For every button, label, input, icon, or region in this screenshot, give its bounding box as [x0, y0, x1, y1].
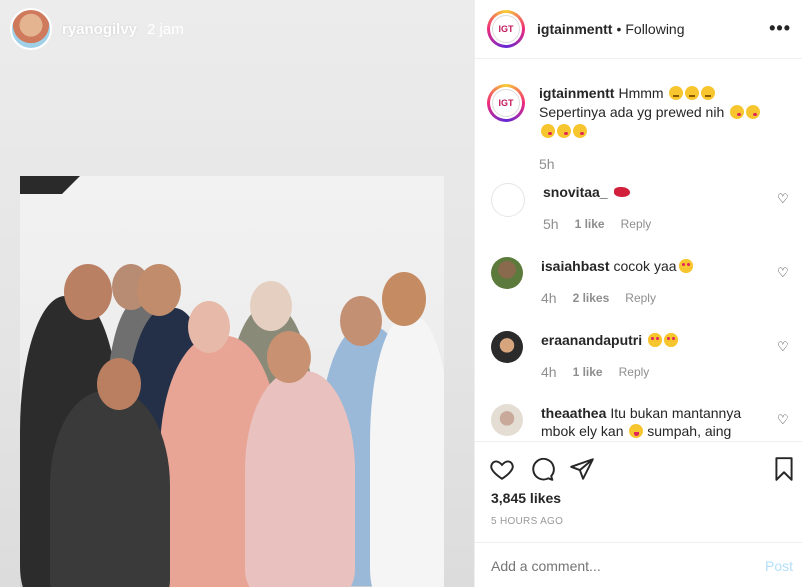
story-time: 2 jam: [147, 20, 184, 38]
thinking-emoji-icon: [701, 86, 716, 100]
post-media[interactable]: ryanogilvy 2 jam: [0, 0, 474, 587]
comment-like-heart-icon[interactable]: ♡: [777, 339, 791, 354]
header-avatar[interactable]: IGT: [487, 10, 525, 48]
comment-row: isaiahbast cocok yaa 4h 2 likes Reply ♡: [491, 257, 791, 307]
share-paper-plane-icon[interactable]: [569, 456, 595, 482]
comment-username[interactable]: theaathea: [541, 405, 606, 421]
photo-corner: [20, 176, 80, 194]
brand-logo: IGT: [492, 15, 520, 43]
commenter-avatar[interactable]: [491, 257, 523, 289]
post-actions: 3,845 likes 5 HOURS AGO: [475, 441, 802, 534]
reply-button[interactable]: Reply: [625, 289, 656, 307]
kiss-emoji-icon: [730, 105, 745, 119]
following-button[interactable]: Following: [625, 21, 684, 37]
comment-username[interactable]: isaiahbast: [541, 258, 609, 274]
heart-eyes-emoji-icon: [648, 333, 663, 347]
likes-count[interactable]: 3,845 likes: [491, 490, 561, 506]
caption-avatar[interactable]: IGT: [487, 84, 525, 122]
caption-text-2: Sepertinya ada yg prewed nih: [539, 104, 725, 120]
comment-likes[interactable]: 1 like: [573, 363, 603, 381]
comment-like-heart-icon[interactable]: ♡: [777, 191, 791, 206]
caption-username[interactable]: igtainmentt: [539, 85, 614, 101]
caption-text-1: Hmmm: [618, 85, 664, 101]
thinking-emoji-icon: [669, 86, 684, 100]
add-comment-input[interactable]: [491, 558, 741, 574]
kiss-emoji-icon: [541, 124, 555, 138]
save-bookmark-icon[interactable]: [771, 456, 797, 482]
post-panel: IGT igtainmentt • Following ••• IGT igta…: [474, 0, 802, 587]
reply-button[interactable]: Reply: [619, 363, 650, 381]
story-header: ryanogilvy 2 jam: [10, 8, 184, 50]
more-options-icon[interactable]: •••: [769, 18, 791, 39]
heart-eyes-emoji-icon: [664, 333, 679, 347]
brand-logo: IGT: [492, 89, 520, 117]
header-username[interactable]: igtainmentt: [537, 21, 612, 37]
comment-username[interactable]: eraanandaputri: [541, 332, 642, 348]
thinking-emoji-icon: [685, 86, 700, 100]
comment-likes[interactable]: 2 likes: [573, 289, 610, 307]
comment-row: theaathea Itu bukan mantannya mbok ely ka…: [491, 404, 791, 440]
post-comment-button[interactable]: Post: [765, 558, 793, 574]
comment-text: cocok yaa: [613, 258, 677, 274]
comment-time[interactable]: 4h: [541, 289, 557, 307]
caption-time[interactable]: 5h: [539, 155, 555, 174]
header-separator: •: [616, 21, 622, 37]
comment-text-2: sumpah, aing: [647, 423, 732, 439]
kiss-emoji-icon: [573, 124, 587, 138]
commenter-avatar[interactable]: [491, 331, 523, 363]
comment-username[interactable]: snovitaa_: [543, 184, 608, 200]
comment-row: snovitaa_ 5h 1 like Reply ♡: [491, 183, 791, 233]
group-photo: [20, 176, 444, 587]
kiss-emoji-icon: [557, 124, 571, 138]
post-header: IGT igtainmentt • Following •••: [475, 0, 802, 59]
like-heart-icon[interactable]: [489, 456, 515, 482]
comment-like-heart-icon[interactable]: ♡: [777, 265, 791, 280]
commenter-avatar[interactable]: [491, 183, 525, 217]
comment-bubble-icon[interactable]: [529, 456, 555, 482]
story-username[interactable]: ryanogilvy: [62, 21, 137, 38]
comment-likes[interactable]: 1 like: [575, 215, 605, 233]
comment-time[interactable]: 4h: [541, 363, 557, 381]
caption: IGT igtainmentt Hmmm Sepertinya ada yg pr…: [487, 84, 789, 174]
post-timestamp[interactable]: 5 HOURS AGO: [491, 516, 563, 527]
story-avatar[interactable]: [10, 8, 52, 50]
comments-list[interactable]: IGT igtainmentt Hmmm Sepertinya ada yg pr…: [475, 59, 802, 441]
add-comment-bar: Post: [475, 542, 802, 588]
comment-row: eraanandaputri 4h 1 like Reply ♡: [491, 331, 791, 381]
lips-emoji-icon: [613, 187, 630, 197]
commenter-avatar[interactable]: [491, 404, 523, 436]
kiss-emoji-icon: [746, 105, 761, 119]
comment-time[interactable]: 5h: [543, 215, 559, 233]
comment-like-heart-icon[interactable]: ♡: [777, 412, 791, 427]
reply-button[interactable]: Reply: [621, 215, 652, 233]
heart-eyes-emoji-icon: [678, 259, 693, 273]
tongue-emoji-icon: [629, 424, 644, 438]
